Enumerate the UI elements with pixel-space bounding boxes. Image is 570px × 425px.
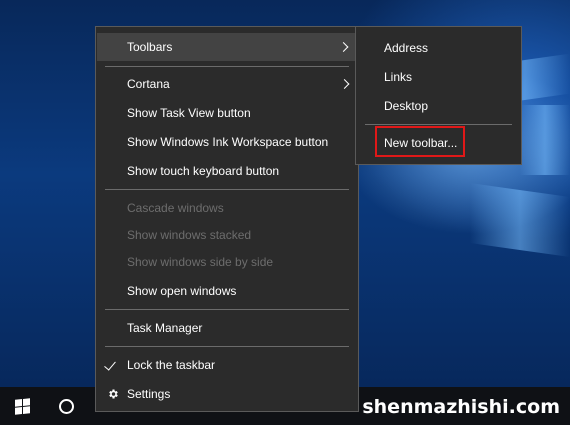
start-button[interactable] bbox=[0, 387, 44, 425]
annotation-highlight-box bbox=[375, 126, 465, 157]
menu-item-label: Show touch keyboard button bbox=[127, 164, 280, 178]
menu-item-settings[interactable]: Settings bbox=[96, 380, 358, 408]
menu-item-label: Show open windows bbox=[127, 284, 237, 298]
menu-item-label: Toolbars bbox=[127, 40, 173, 54]
watermark-text: shenmazhishi.com bbox=[362, 396, 560, 418]
menu-item-show-open-windows[interactable]: Show open windows bbox=[96, 277, 358, 305]
menu-item-label: Show Windows Ink Workspace button bbox=[127, 135, 329, 149]
wallpaper-light-beam bbox=[520, 105, 570, 175]
menu-item-toolbars[interactable]: Toolbars bbox=[97, 33, 357, 61]
menu-item-label: Task Manager bbox=[127, 321, 203, 335]
gear-icon bbox=[109, 389, 118, 399]
menu-item-task-manager[interactable]: Task Manager bbox=[96, 314, 358, 342]
menu-item-label: Cortana bbox=[127, 77, 170, 91]
menu-item-label: Cascade windows bbox=[127, 201, 224, 215]
menu-item-label: Show Task View button bbox=[127, 106, 251, 120]
menu-separator bbox=[105, 346, 349, 347]
wallpaper-light-beam bbox=[470, 182, 570, 258]
submenu-item-label: Links bbox=[384, 70, 413, 84]
menu-separator bbox=[105, 309, 349, 310]
submenu-item-address[interactable]: Address bbox=[356, 35, 521, 61]
menu-item-show-touch-keyboard[interactable]: Show touch keyboard button bbox=[96, 157, 358, 185]
submenu-item-label: Desktop bbox=[384, 99, 429, 113]
menu-item-label: Settings bbox=[127, 387, 171, 401]
menu-item-label: Lock the taskbar bbox=[127, 358, 216, 372]
menu-item-lock-taskbar[interactable]: Lock the taskbar bbox=[96, 351, 358, 379]
menu-separator bbox=[105, 189, 349, 190]
submenu-item-desktop[interactable]: Desktop bbox=[356, 93, 521, 119]
menu-item-windows-stacked: Show windows stacked bbox=[96, 221, 358, 249]
cortana-search-button[interactable] bbox=[44, 387, 88, 425]
cortana-circle-icon bbox=[58, 398, 74, 414]
chevron-right-icon bbox=[338, 42, 349, 52]
menu-item-label: Show windows stacked bbox=[127, 228, 252, 242]
menu-separator bbox=[365, 124, 512, 125]
checkmark-icon bbox=[104, 358, 116, 371]
menu-item-label: Show windows side by side bbox=[127, 255, 274, 269]
menu-item-show-ink-workspace[interactable]: Show Windows Ink Workspace button bbox=[96, 128, 358, 156]
menu-separator bbox=[105, 66, 349, 67]
menu-item-windows-side-by-side: Show windows side by side bbox=[96, 248, 358, 276]
submenu-item-label: Address bbox=[384, 41, 429, 55]
menu-item-cortana[interactable]: Cortana bbox=[96, 70, 358, 98]
chevron-right-icon bbox=[339, 79, 350, 89]
menu-item-cascade-windows: Cascade windows bbox=[96, 194, 358, 222]
menu-item-show-task-view[interactable]: Show Task View button bbox=[96, 99, 358, 127]
taskbar-context-menu: Toolbars Cortana Show Task View button S… bbox=[95, 26, 359, 412]
submenu-item-links[interactable]: Links bbox=[356, 64, 521, 90]
windows-logo-icon bbox=[14, 397, 30, 415]
